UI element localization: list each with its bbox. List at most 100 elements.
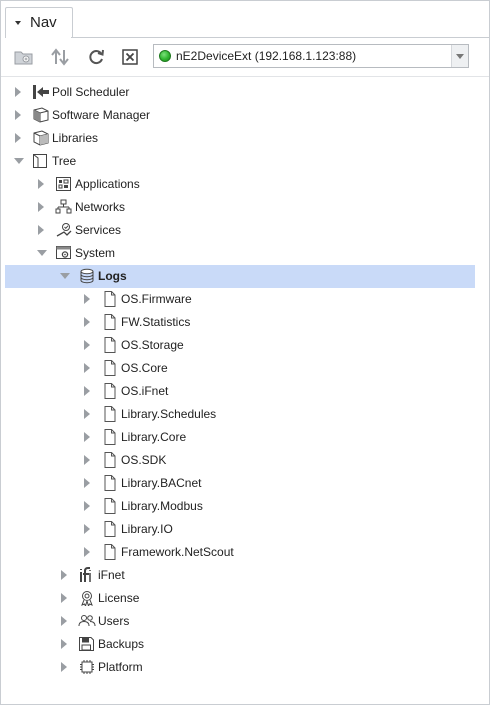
tree-item-networks[interactable]: Networks [5, 196, 475, 219]
expand-arrow-icon[interactable] [61, 639, 67, 649]
tab-menu-caret-icon[interactable] [15, 21, 21, 25]
poll-scheduler-icon [32, 84, 50, 101]
tree-item-library-schedules[interactable]: Library.Schedules [5, 403, 475, 426]
expand-arrow-icon[interactable] [15, 87, 21, 97]
tree-item-library-io[interactable]: Library.IO [5, 518, 475, 541]
ifnet-icon [78, 567, 96, 584]
license-icon [78, 590, 96, 607]
file-icon [101, 429, 119, 446]
new-folder-button[interactable] [13, 46, 35, 68]
expand-arrow-icon[interactable] [61, 616, 67, 626]
sync-icon [51, 48, 69, 66]
tree-item-ifnet[interactable]: iFnet [5, 564, 475, 587]
applications-icon [55, 176, 73, 193]
tab-nav[interactable]: Nav [5, 7, 73, 38]
tree-item-tree[interactable]: Tree [5, 150, 475, 173]
device-select[interactable]: nE2DeviceExt (192.168.1.123:88) [153, 44, 469, 68]
tree-item-label: Services [75, 223, 122, 237]
connection-status-icon [159, 50, 171, 62]
expand-arrow-icon[interactable] [61, 570, 67, 580]
file-icon [101, 498, 119, 515]
expand-arrow-icon[interactable] [84, 547, 90, 557]
dropdown-arrow-icon[interactable] [451, 45, 468, 67]
tree-item-label: Software Manager [52, 108, 151, 122]
sync-button[interactable] [49, 46, 71, 68]
tree-item-users[interactable]: Users [5, 610, 475, 633]
tree-item-label: Library.Schedules [121, 407, 217, 421]
tree-item-framework-netscout[interactable]: Framework.NetScout [5, 541, 475, 564]
expand-arrow-icon[interactable] [61, 593, 67, 603]
tree-item-services[interactable]: Services [5, 219, 475, 242]
tree-item-os-sdk[interactable]: OS.SDK [5, 449, 475, 472]
collapse-arrow-icon[interactable] [14, 158, 24, 164]
tree-item-libraries[interactable]: Libraries [5, 127, 475, 150]
expand-arrow-icon[interactable] [84, 432, 90, 442]
tree-item-backups[interactable]: Backups [5, 633, 475, 656]
expand-arrow-icon[interactable] [84, 363, 90, 373]
tree-item-label: Platform [98, 660, 143, 674]
file-icon [101, 291, 119, 308]
expand-arrow-icon[interactable] [84, 409, 90, 419]
refresh-button[interactable] [85, 46, 107, 68]
tree-item-label: License [98, 591, 140, 605]
expand-arrow-icon[interactable] [84, 317, 90, 327]
expand-arrow-icon[interactable] [84, 294, 90, 304]
tree-item-label: Users [98, 614, 130, 628]
expand-arrow-icon[interactable] [38, 179, 44, 189]
file-icon [101, 475, 119, 492]
database-icon [78, 268, 96, 285]
file-icon [101, 544, 119, 561]
tree-item-os-core[interactable]: OS.Core [5, 357, 475, 380]
expand-arrow-icon[interactable] [38, 225, 44, 235]
tree-item-label: Applications [75, 177, 140, 191]
expand-arrow-icon[interactable] [84, 455, 90, 465]
tree-item-logs[interactable]: Logs [5, 265, 475, 288]
tree-item-platform[interactable]: Platform [5, 656, 475, 679]
tree-item-poll-scheduler[interactable]: Poll Scheduler [5, 81, 475, 104]
expand-arrow-icon[interactable] [84, 386, 90, 396]
tree-item-library-modbus[interactable]: Library.Modbus [5, 495, 475, 518]
tree-item-label: OS.iFnet [121, 384, 169, 398]
tree-item-label: OS.Storage [121, 338, 184, 352]
nav-panel: Nav nE2DeviceExt (192.168.1.123:88) Poll… [0, 0, 490, 705]
users-icon [78, 613, 96, 630]
expand-arrow-icon[interactable] [84, 524, 90, 534]
file-icon [101, 406, 119, 423]
close-icon [122, 49, 138, 65]
libraries-icon [32, 130, 50, 147]
tree-item-os-ifnet[interactable]: OS.iFnet [5, 380, 475, 403]
tree-item-label: OS.Core [121, 361, 168, 375]
new-folder-icon [14, 51, 33, 65]
expand-arrow-icon[interactable] [15, 133, 21, 143]
expand-arrow-icon[interactable] [84, 501, 90, 511]
tree-item-fw-statistics[interactable]: FW.Statistics [5, 311, 475, 334]
tree-item-applications[interactable]: Applications [5, 173, 475, 196]
collapse-arrow-icon[interactable] [60, 273, 70, 279]
tree-item-library-core[interactable]: Library.Core [5, 426, 475, 449]
tree-item-software-manager[interactable]: Software Manager [5, 104, 475, 127]
toolbar: nE2DeviceExt (192.168.1.123:88) [1, 38, 489, 77]
tree-item-os-storage[interactable]: OS.Storage [5, 334, 475, 357]
tree-item-label: Library.IO [121, 522, 173, 536]
device-select-value: nE2DeviceExt (192.168.1.123:88) [176, 49, 357, 63]
tree-item-label: Library.Modbus [121, 499, 203, 513]
file-icon [101, 383, 119, 400]
close-button[interactable] [119, 46, 141, 68]
expand-arrow-icon[interactable] [61, 662, 67, 672]
expand-arrow-icon[interactable] [84, 478, 90, 488]
tree-item-system[interactable]: System [5, 242, 475, 265]
software-manager-icon [32, 107, 50, 124]
tree-item-label: Networks [75, 200, 126, 214]
tree-item-label: Poll Scheduler [52, 85, 130, 99]
expand-arrow-icon[interactable] [38, 202, 44, 212]
expand-arrow-icon[interactable] [15, 110, 21, 120]
file-icon [101, 452, 119, 469]
collapse-arrow-icon[interactable] [37, 250, 47, 256]
networks-icon [55, 199, 73, 216]
tree-item-library-bacnet[interactable]: Library.BACnet [5, 472, 475, 495]
tree-item-os-firmware[interactable]: OS.Firmware [5, 288, 475, 311]
expand-arrow-icon[interactable] [84, 340, 90, 350]
services-icon [55, 222, 73, 239]
file-icon [101, 521, 119, 538]
tree-item-license[interactable]: License [5, 587, 475, 610]
